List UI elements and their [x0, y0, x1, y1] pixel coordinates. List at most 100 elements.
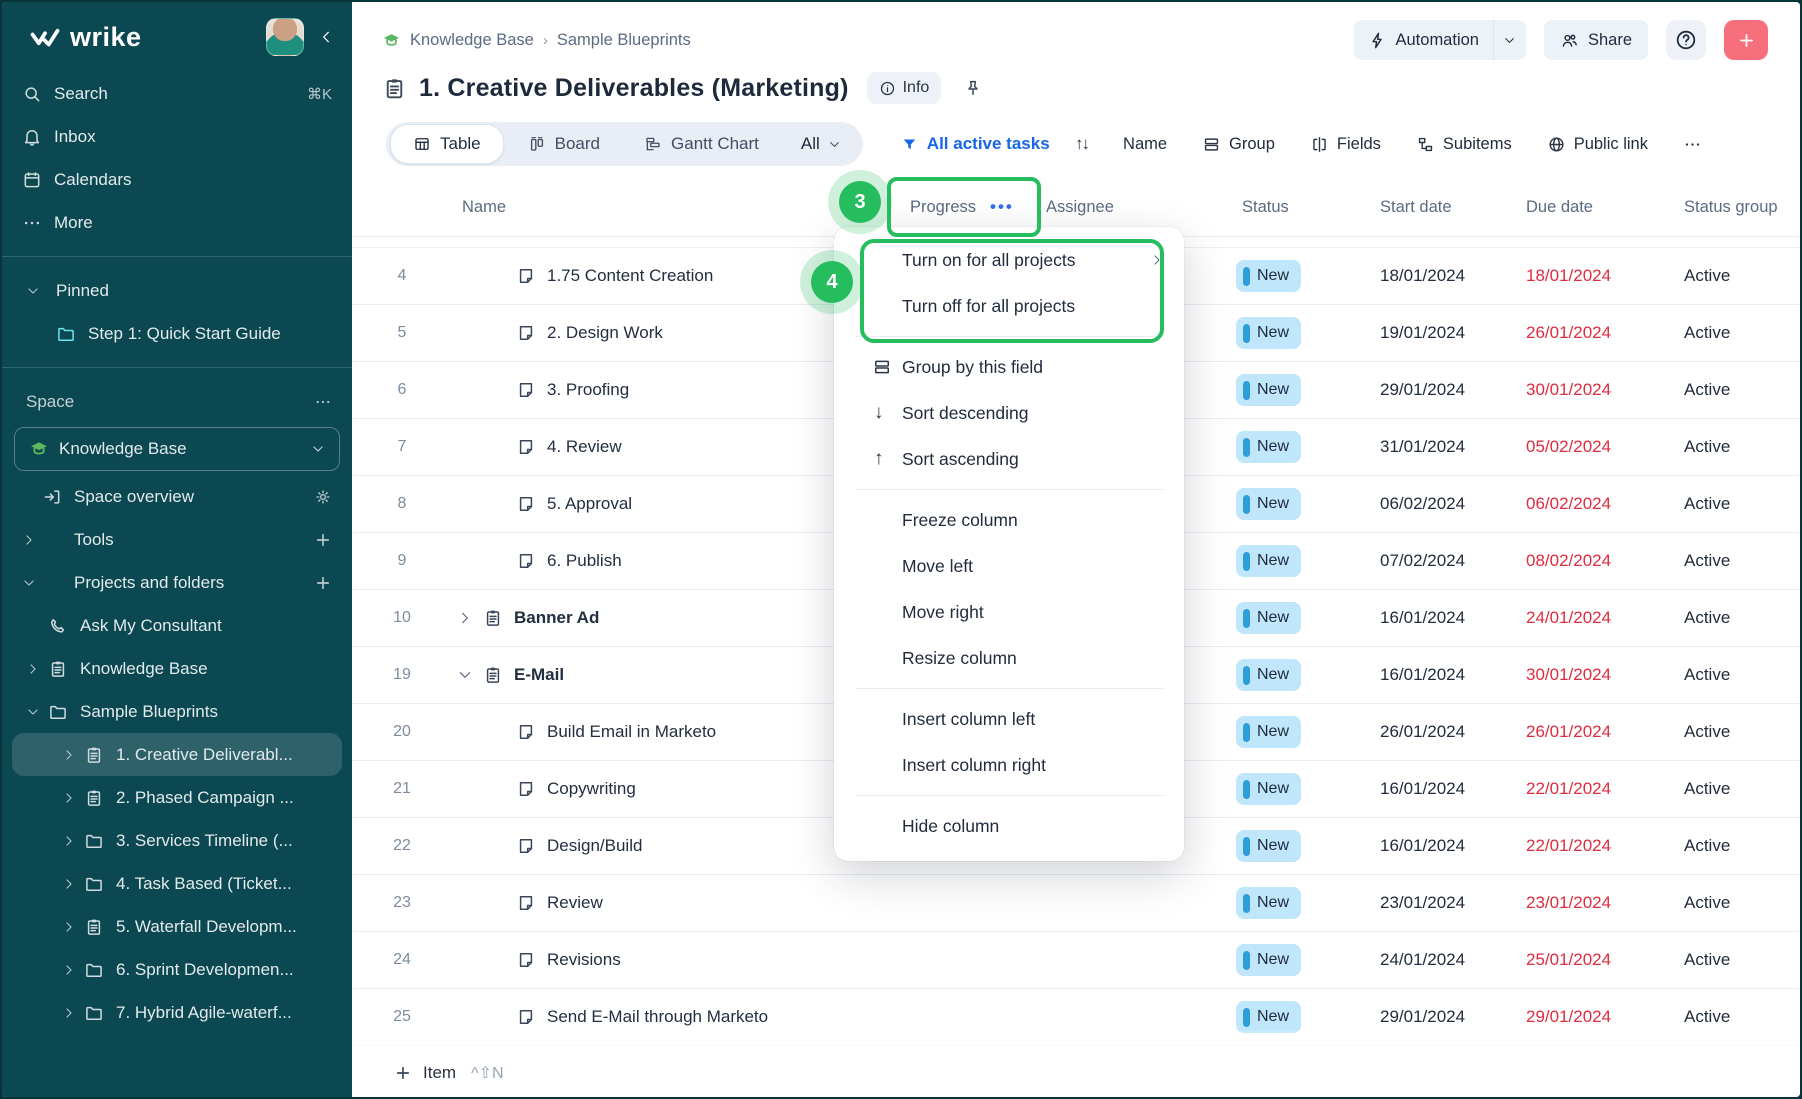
chevron-right-icon[interactable]: [62, 1006, 76, 1020]
sidebar-space-item[interactable]: Tools: [2, 518, 352, 561]
status-badge[interactable]: New: [1236, 830, 1301, 862]
task-name-cell[interactable]: 6. Publish: [478, 551, 894, 571]
column-header-start-date[interactable]: Start date: [1372, 198, 1518, 217]
start-date[interactable]: 31/01/2024: [1372, 437, 1518, 457]
menu-item[interactable]: [856, 489, 1164, 490]
sidebar-tree-item[interactable]: 7. Hybrid Agile-waterf...: [2, 991, 352, 1034]
task-name-cell[interactable]: 4. Review: [478, 437, 894, 457]
start-date[interactable]: 18/01/2024: [1372, 266, 1518, 286]
sidebar-nav-item[interactable]: Calendars: [2, 158, 352, 201]
menu-item[interactable]: [856, 688, 1164, 689]
menu-item[interactable]: Resize column: [834, 635, 1184, 681]
status-badge[interactable]: New: [1236, 887, 1301, 919]
start-date[interactable]: 24/01/2024: [1372, 950, 1518, 970]
menu-item[interactable]: ↓ Sort descending: [834, 390, 1184, 436]
sidebar-tree-item[interactable]: Ask My Consultant: [2, 604, 352, 647]
sidebar-tree-item[interactable]: 2. Phased Campaign ...: [2, 776, 352, 819]
toolbar-action[interactable]: Public link: [1539, 135, 1648, 154]
table-row[interactable]: 24 Revisions New 24/01/2024: [352, 932, 1800, 989]
due-date[interactable]: 24/01/2024: [1518, 608, 1664, 628]
plus-icon[interactable]: [314, 574, 332, 592]
view-tab[interactable]: Table: [390, 124, 504, 164]
due-date[interactable]: 26/01/2024: [1518, 722, 1664, 742]
status-cell[interactable]: New: [1230, 830, 1372, 862]
due-date[interactable]: 08/02/2024: [1518, 551, 1664, 571]
collapse-sidebar-icon[interactable]: [318, 29, 334, 45]
status-cell[interactable]: New: [1230, 773, 1372, 805]
sidebar-tree-item[interactable]: Sample Blueprints: [2, 690, 352, 733]
create-button[interactable]: [1724, 20, 1768, 60]
task-name-cell[interactable]: 3. Proofing: [478, 380, 894, 400]
task-name-cell[interactable]: Copywriting: [478, 779, 894, 799]
sidebar-space-item[interactable]: Projects and folders: [2, 561, 352, 604]
menu-item[interactable]: Turn off for all projects: [834, 283, 1184, 329]
due-date[interactable]: 06/02/2024: [1518, 494, 1664, 514]
start-date[interactable]: 16/01/2024: [1372, 608, 1518, 628]
start-date[interactable]: 29/01/2024: [1372, 1007, 1518, 1027]
automation-button[interactable]: Automation: [1354, 20, 1526, 60]
pinned-item[interactable]: Step 1: Quick Start Guide: [2, 312, 352, 355]
status-cell[interactable]: New: [1230, 659, 1372, 691]
due-date[interactable]: 23/01/2024: [1518, 893, 1664, 913]
sidebar-nav-item[interactable]: Inbox: [2, 115, 352, 158]
breadcrumb-folder[interactable]: Sample Blueprints: [557, 31, 691, 50]
info-button[interactable]: Info: [867, 72, 942, 104]
column-header-progress[interactable]: Progress •••: [894, 197, 1040, 217]
menu-item[interactable]: [856, 795, 1164, 796]
sidebar-tree-item[interactable]: 3. Services Timeline (...: [2, 819, 352, 862]
sidebar-tree-item[interactable]: 6. Sprint Developmen...: [2, 948, 352, 991]
due-date[interactable]: 26/01/2024: [1518, 323, 1664, 343]
dots-icon[interactable]: [314, 393, 332, 411]
task-name-cell[interactable]: Send E-Mail through Marketo: [478, 1007, 894, 1027]
sidebar-tree-item[interactable]: 5. Waterfall Developm...: [2, 905, 352, 948]
column-header-due-date[interactable]: Due date: [1518, 198, 1664, 217]
menu-item[interactable]: Insert column right: [834, 742, 1184, 788]
toolbar-action[interactable]: Subitems: [1408, 135, 1512, 154]
column-header-assignee[interactable]: Assignee: [1040, 198, 1230, 217]
sidebar-nav-item[interactable]: Search ⌘K: [2, 72, 352, 115]
start-date[interactable]: 16/01/2024: [1372, 836, 1518, 856]
start-date[interactable]: 23/01/2024: [1372, 893, 1518, 913]
sidebar-tree-item[interactable]: 4. Task Based (Ticket...: [2, 862, 352, 905]
status-badge[interactable]: New: [1236, 260, 1301, 292]
due-date[interactable]: 18/01/2024: [1518, 266, 1664, 286]
due-date[interactable]: 25/01/2024: [1518, 950, 1664, 970]
due-date[interactable]: 30/01/2024: [1518, 665, 1664, 685]
chevron-down-icon[interactable]: [26, 705, 40, 719]
menu-item[interactable]: Move left: [834, 543, 1184, 589]
start-date[interactable]: 16/01/2024: [1372, 665, 1518, 685]
toolbar-action[interactable]: Group: [1194, 135, 1275, 154]
toolbar-action[interactable]: [1675, 135, 1710, 154]
chevron-right-icon[interactable]: [62, 963, 76, 977]
due-date[interactable]: 30/01/2024: [1518, 380, 1664, 400]
automation-dropdown[interactable]: [1494, 20, 1526, 60]
view-tab[interactable]: Gantt Chart: [622, 122, 781, 166]
status-cell[interactable]: New: [1230, 260, 1372, 292]
chevron-right-icon[interactable]: [457, 610, 473, 626]
view-tab[interactable]: Board: [506, 122, 622, 166]
add-item-button[interactable]: Item ^⇧N: [394, 1063, 504, 1083]
menu-item[interactable]: ↑ Sort ascending: [834, 436, 1184, 482]
column-header-status-group[interactable]: Status group: [1664, 198, 1800, 217]
status-badge[interactable]: New: [1236, 659, 1301, 691]
task-name-cell[interactable]: Revisions: [478, 950, 894, 970]
status-cell[interactable]: New: [1230, 431, 1372, 463]
pinned-section-header[interactable]: Pinned: [2, 269, 352, 312]
plus-icon[interactable]: [314, 531, 332, 549]
status-badge[interactable]: New: [1236, 374, 1301, 406]
status-badge[interactable]: New: [1236, 545, 1301, 577]
avatar[interactable]: [266, 18, 304, 56]
task-name-cell[interactable]: Banner Ad: [478, 608, 894, 628]
status-cell[interactable]: New: [1230, 602, 1372, 634]
help-button[interactable]: [1666, 20, 1706, 60]
status-badge[interactable]: New: [1236, 602, 1301, 634]
column-header-status[interactable]: Status: [1230, 198, 1372, 217]
menu-item[interactable]: [856, 336, 1164, 337]
chevron-right-icon[interactable]: [62, 920, 76, 934]
task-name-cell[interactable]: 5. Approval: [478, 494, 894, 514]
start-date[interactable]: 16/01/2024: [1372, 779, 1518, 799]
task-name-cell[interactable]: 1.75 Content Creation: [478, 266, 894, 286]
table-row[interactable]: 23 Review New 23/01/2024: [352, 875, 1800, 932]
status-cell[interactable]: New: [1230, 374, 1372, 406]
column-menu-dots-icon[interactable]: •••: [990, 197, 1014, 217]
